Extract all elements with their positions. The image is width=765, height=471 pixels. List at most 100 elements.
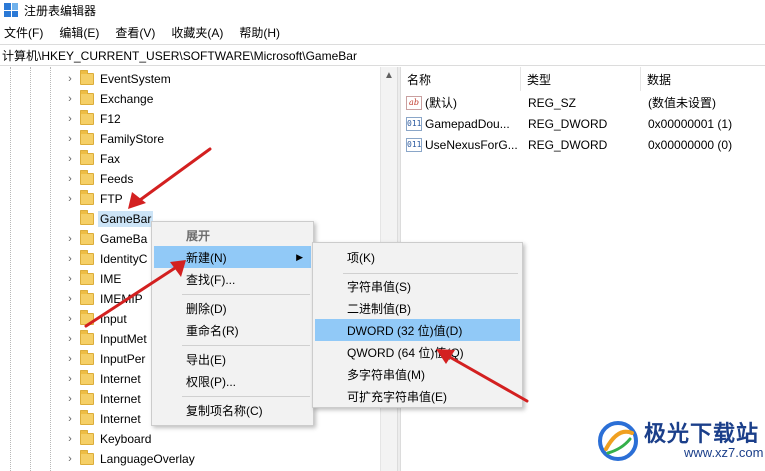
tree-item[interactable]: › InputMet xyxy=(64,329,147,349)
chevron-right-icon[interactable]: › xyxy=(64,429,76,449)
value-row[interactable]: 011 UseNexusForG... REG_DWORD 0x00000000 (0… xyxy=(401,134,765,155)
menu-item-export[interactable]: 导出(E) xyxy=(154,348,311,370)
value-row[interactable]: ab (默认) REG_SZ (数值未设置) xyxy=(401,92,765,113)
menu-item-new[interactable]: 新建(N) ▶ xyxy=(154,246,311,268)
chevron-right-icon[interactable]: › xyxy=(64,229,76,249)
address-bar[interactable]: 计算机\HKEY_CURRENT_USER\SOFTWARE\Microsoft… xyxy=(0,44,765,66)
tree-item[interactable]: › Keyboard xyxy=(64,429,151,449)
value-type: REG_DWORD xyxy=(528,137,608,152)
chevron-right-icon[interactable]: › xyxy=(64,449,76,469)
menu-file[interactable]: 文件(F) xyxy=(0,24,49,41)
menu-item-find[interactable]: 查找(F)... xyxy=(154,268,311,290)
tree-item-label: IME xyxy=(100,272,122,286)
context-menu: 展开 新建(N) ▶ 查找(F)... 删除(D) 重命名(R) 导出(E) 权限… xyxy=(151,221,314,426)
folder-icon xyxy=(80,270,94,285)
tree-item-label: GameBar xyxy=(98,211,154,227)
chevron-right-icon[interactable]: › xyxy=(64,409,76,429)
submenu-item-key[interactable]: 项(K) xyxy=(315,246,520,268)
tree-item[interactable]: › Internet xyxy=(64,369,141,389)
tree-item[interactable]: › F12 xyxy=(64,109,121,129)
folder-icon xyxy=(80,190,94,205)
chevron-right-icon[interactable]: › xyxy=(64,89,76,109)
tree-item[interactable]: › GameBa xyxy=(64,229,147,249)
tree-item[interactable]: › IME xyxy=(64,269,121,289)
chevron-right-icon[interactable]: › xyxy=(64,109,76,129)
tree-item[interactable]: › Feeds xyxy=(64,169,133,189)
chevron-right-icon[interactable]: › xyxy=(64,189,76,209)
tree-item[interactable]: › Fax xyxy=(64,149,120,169)
tree-item[interactable]: › FTP xyxy=(64,189,123,209)
tree-item[interactable]: › Exchange xyxy=(64,89,153,109)
menu-separator xyxy=(182,396,310,397)
tree-guide-line xyxy=(30,67,31,471)
menu-favorites[interactable]: 收藏夹(A) xyxy=(167,24,229,41)
submenu-item-multi-string-value[interactable]: 多字符串值(M) xyxy=(315,363,520,385)
submenu-item-qword-value[interactable]: QWORD (64 位)值(Q) xyxy=(315,341,520,363)
menu-edit[interactable]: 编辑(E) xyxy=(55,24,105,41)
tree-item-label: F12 xyxy=(100,112,121,126)
menu-item-rename[interactable]: 重命名(R) xyxy=(154,319,311,341)
chevron-right-icon[interactable]: › xyxy=(64,69,76,89)
submenu-item-dword-value[interactable]: DWORD (32 位)值(D) xyxy=(315,319,520,341)
chevron-right-icon[interactable]: › xyxy=(64,149,76,169)
tree-item[interactable]: › InputPer xyxy=(64,349,145,369)
new-submenu: 项(K) 字符串值(S) 二进制值(B) DWORD (32 位)值(D) QW… xyxy=(312,242,523,408)
folder-icon xyxy=(80,390,94,405)
folder-icon xyxy=(80,70,94,85)
chevron-right-icon[interactable]: › xyxy=(64,309,76,329)
chevron-right-icon[interactable]: › xyxy=(64,249,76,269)
folder-icon xyxy=(80,150,94,165)
value-data: 0x00000001 (1) xyxy=(648,116,733,131)
chevron-right-icon[interactable]: › xyxy=(64,389,76,409)
submenu-item-string-value[interactable]: 字符串值(S) xyxy=(315,275,520,297)
tree-item-label: Input xyxy=(100,312,127,326)
menu-separator xyxy=(182,294,310,295)
tree-item-label: FamilyStore xyxy=(100,132,165,146)
chevron-right-icon[interactable]: › xyxy=(64,369,76,389)
menu-view[interactable]: 查看(V) xyxy=(111,24,161,41)
scroll-up-icon[interactable]: ▲ xyxy=(381,67,397,83)
menu-item-new-label: 新建(N) xyxy=(186,250,227,265)
tree-item[interactable]: GameBar xyxy=(64,209,154,229)
tree-guide-line xyxy=(10,67,11,471)
chevron-right-icon[interactable]: › xyxy=(64,269,76,289)
menu-item-permissions[interactable]: 权限(P)... xyxy=(154,370,311,392)
column-header-type[interactable]: 类型 xyxy=(521,67,641,91)
tree-item-label: Feeds xyxy=(100,172,134,186)
folder-icon xyxy=(80,410,94,425)
folder-icon xyxy=(80,250,94,265)
chevron-right-icon[interactable]: › xyxy=(64,169,76,189)
tree-item[interactable]: › Internet xyxy=(64,409,141,429)
chevron-right-icon[interactable]: › xyxy=(64,349,76,369)
tree-item[interactable]: › LanguageOverlay xyxy=(64,449,195,469)
menu-item-delete[interactable]: 删除(D) xyxy=(154,297,311,319)
chevron-right-icon[interactable]: › xyxy=(64,329,76,349)
tree-item[interactable]: › IMEMIP xyxy=(64,289,143,309)
tree-item[interactable]: › Internet xyxy=(64,389,141,409)
value-name: UseNexusForG... xyxy=(425,137,518,152)
folder-icon xyxy=(80,430,94,445)
tree-guide-line xyxy=(50,67,51,471)
column-header-name[interactable]: 名称 xyxy=(401,67,521,91)
folder-icon xyxy=(80,90,94,105)
watermark: 极光下载站 www.xz7.com xyxy=(596,415,763,467)
menu-item-expand[interactable]: 展开 xyxy=(154,224,311,246)
tree-item[interactable]: › EventSystem xyxy=(64,69,171,89)
folder-icon xyxy=(80,290,94,305)
column-header-data[interactable]: 数据 xyxy=(641,67,765,91)
value-data: (数值未设置) xyxy=(648,96,716,110)
menu-separator xyxy=(343,273,518,274)
value-row[interactable]: 011 GamepadDou... REG_DWORD 0x00000001 (1) xyxy=(401,113,765,134)
submenu-item-expandable-string-value[interactable]: 可扩充字符串值(E) xyxy=(315,385,520,407)
menu-help[interactable]: 帮助(H) xyxy=(235,24,286,41)
value-type: REG_DWORD xyxy=(528,116,608,131)
tree-item[interactable]: › Input xyxy=(64,309,127,329)
chevron-right-icon[interactable]: › xyxy=(64,289,76,309)
chevron-right-icon[interactable]: › xyxy=(64,129,76,149)
menu-item-copy-key-name[interactable]: 复制项名称(C) xyxy=(154,399,311,421)
tree-item[interactable]: › FamilyStore xyxy=(64,129,164,149)
tree-item[interactable]: › IdentityC xyxy=(64,249,147,269)
submenu-item-binary-value[interactable]: 二进制值(B) xyxy=(315,297,520,319)
tree-item-label: IMEMIP xyxy=(100,292,143,306)
